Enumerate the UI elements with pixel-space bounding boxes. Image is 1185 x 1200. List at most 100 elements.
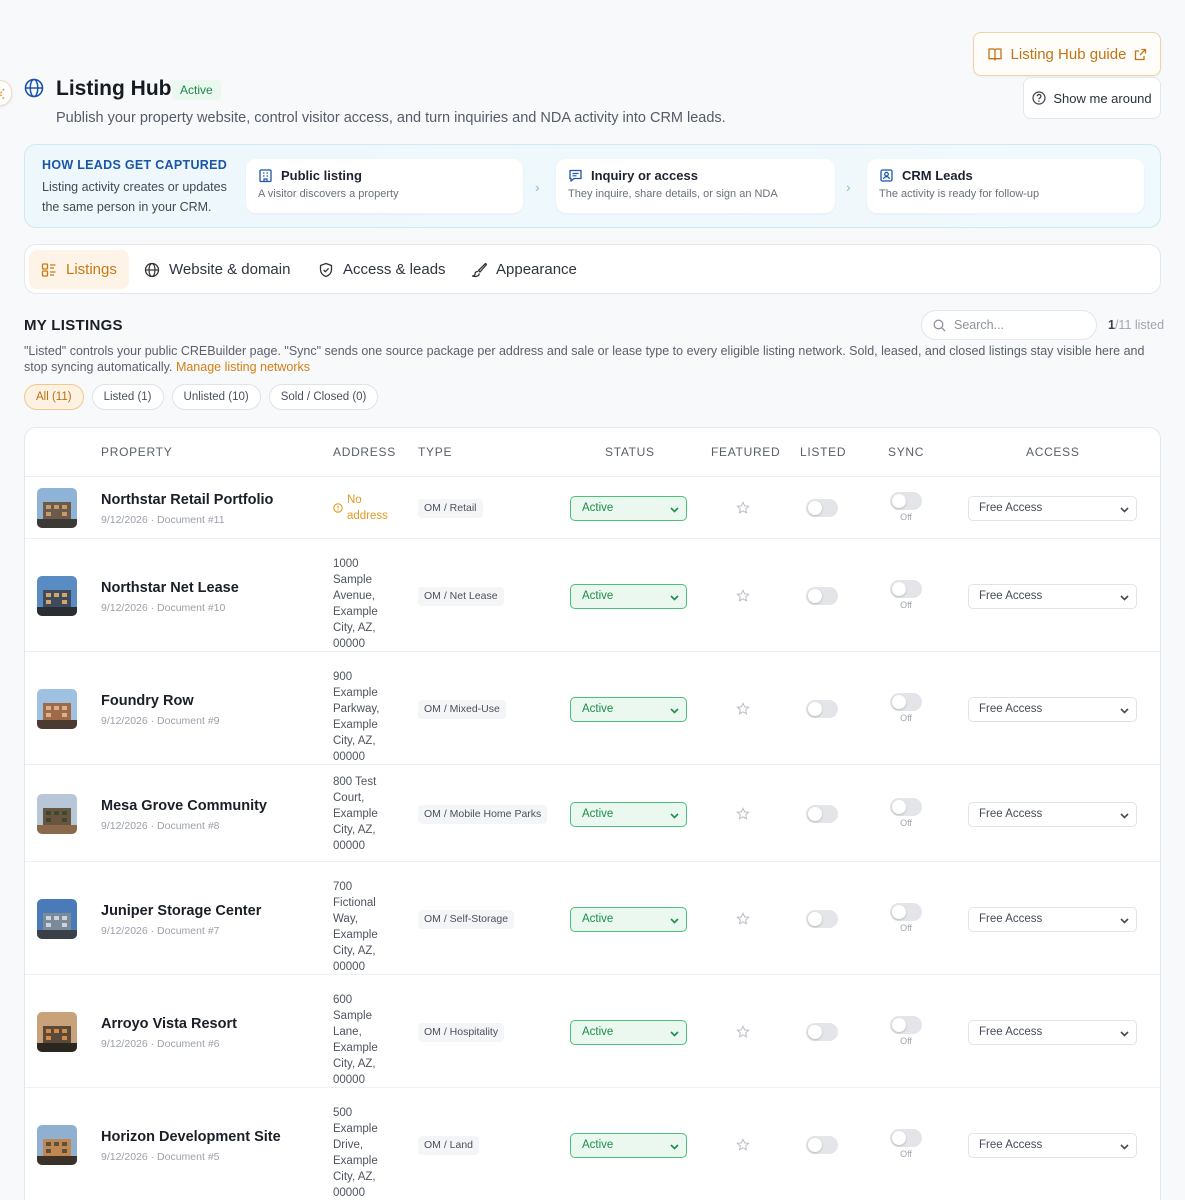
listings-icon xyxy=(41,262,56,277)
access-value: Free Access xyxy=(979,502,1043,514)
filter-unlisted[interactable]: Unlisted (10) xyxy=(171,384,261,410)
status-select[interactable]: Active xyxy=(570,906,687,932)
featured-star-icon[interactable] xyxy=(736,701,750,716)
sync-toggle[interactable] xyxy=(890,579,922,598)
featured-star-icon[interactable] xyxy=(736,911,750,926)
sync-toggle[interactable] xyxy=(890,492,922,510)
listed-count-value: 1 xyxy=(1108,318,1115,332)
table-row[interactable]: Mesa Grove Community 9/12/2026 · Document… xyxy=(25,765,1160,862)
address-cell: 500 Example Drive, Example City, AZ, 000… xyxy=(333,1106,378,1199)
col-access[interactable]: ACCESS xyxy=(1026,445,1080,459)
property-thumbnail[interactable] xyxy=(37,488,77,528)
listed-toggle[interactable] xyxy=(806,1022,838,1041)
listings-table: PROPERTY ADDRESS TYPE STATUS FEATURED LI… xyxy=(24,427,1161,1200)
table-row[interactable]: Arroyo Vista Resort 9/12/2026 · Document … xyxy=(25,975,1160,1088)
filter-sold-closed[interactable]: Sold / Closed (0) xyxy=(268,384,379,410)
access-select[interactable]: Free Access xyxy=(968,583,1137,609)
access-select[interactable]: Free Access xyxy=(968,496,1137,521)
access-select[interactable]: Free Access xyxy=(968,801,1137,827)
tab-access-leads[interactable]: Access & leads xyxy=(306,250,458,289)
col-type[interactable]: TYPE xyxy=(418,445,452,459)
sync-toggle[interactable] xyxy=(890,1128,922,1147)
col-address[interactable]: ADDRESS xyxy=(333,445,396,459)
tab-listings[interactable]: Listings xyxy=(29,250,129,289)
col-featured[interactable]: FEATURED xyxy=(711,445,780,459)
featured-star-icon[interactable] xyxy=(736,588,750,603)
filter-listed[interactable]: Listed (1) xyxy=(91,384,164,410)
property-name[interactable]: Northstar Retail Portfolio xyxy=(101,492,273,508)
listed-toggle[interactable] xyxy=(806,1135,838,1154)
property-thumbnail[interactable] xyxy=(37,793,77,834)
book-icon xyxy=(987,48,1002,61)
tab-label: Appearance xyxy=(496,261,577,278)
property-name[interactable]: Northstar Net Lease xyxy=(101,580,239,596)
globe-icon xyxy=(24,78,44,98)
property-name[interactable]: Juniper Storage Center xyxy=(101,903,261,919)
col-sync[interactable]: SYNC xyxy=(888,445,924,459)
status-select[interactable]: Active xyxy=(570,696,687,722)
listed-toggle[interactable] xyxy=(806,804,838,823)
access-select[interactable]: Free Access xyxy=(968,1132,1137,1158)
property-name[interactable]: Mesa Grove Community xyxy=(101,798,267,814)
property-thumbnail[interactable] xyxy=(37,575,77,616)
step-desc: A visitor discovers a property xyxy=(258,188,399,200)
table-row[interactable]: Northstar Net Lease 9/12/2026 · Document … xyxy=(25,539,1160,652)
filter-all[interactable]: All (11) xyxy=(24,384,84,410)
listed-toggle[interactable] xyxy=(806,499,838,517)
sync-toggle[interactable] xyxy=(890,692,922,711)
table-row[interactable]: Northstar Retail Portfolio 9/12/2026 · Do… xyxy=(25,477,1160,539)
address-cell: 1000 Sample Avenue, Example City, AZ, 00… xyxy=(333,557,378,650)
status-select[interactable]: Active xyxy=(570,1132,687,1158)
featured-star-icon[interactable] xyxy=(736,1024,750,1039)
table-row[interactable]: Juniper Storage Center 9/12/2026 · Docume… xyxy=(25,862,1160,975)
shield-icon xyxy=(319,262,333,277)
property-thumbnail[interactable] xyxy=(37,898,77,939)
show-me-around-button[interactable]: Show me around xyxy=(1023,77,1161,119)
property-name[interactable]: Foundry Row xyxy=(101,693,194,709)
status-select[interactable]: Active xyxy=(570,496,687,521)
manage-networks-link[interactable]: Manage listing networks xyxy=(176,360,310,374)
sync-toggle[interactable] xyxy=(890,902,922,921)
sync-toggle[interactable] xyxy=(890,1015,922,1034)
access-value: Free Access xyxy=(979,1138,1043,1151)
status-select[interactable]: Active xyxy=(570,583,687,609)
sidebar-expand-handle[interactable] xyxy=(0,80,12,106)
property-thumbnail[interactable] xyxy=(37,1011,77,1052)
listed-toggle[interactable] xyxy=(806,909,838,928)
status-select[interactable]: Active xyxy=(570,1019,687,1045)
chevron-down-icon xyxy=(1120,1030,1129,1037)
status-select[interactable]: Active xyxy=(570,801,687,827)
col-listed[interactable]: LISTED xyxy=(800,445,846,459)
access-select[interactable]: Free Access xyxy=(968,1019,1137,1045)
table-row[interactable]: Horizon Development Site 9/12/2026 · Docu… xyxy=(25,1088,1160,1200)
type-badge: OM / Mobile Home Parks xyxy=(418,804,548,824)
globe-icon xyxy=(144,262,160,277)
property-meta: 9/12/2026 · Document #5 xyxy=(101,1150,220,1163)
flow-step-crm-leads: CRM Leads The activity is ready for foll… xyxy=(867,159,1144,213)
chevron-down-icon xyxy=(1120,812,1129,819)
sync-toggle[interactable] xyxy=(890,797,922,816)
listing-hub-guide-button[interactable]: Listing Hub guide xyxy=(973,32,1161,76)
listed-toggle[interactable] xyxy=(806,586,838,605)
external-link-icon xyxy=(1135,48,1147,60)
tab-website-domain[interactable]: Website & domain xyxy=(132,250,302,289)
featured-star-icon[interactable] xyxy=(736,806,750,821)
flow-step-inquiry: Inquiry or access They inquire, share de… xyxy=(556,159,835,213)
table-row[interactable]: Foundry Row 9/12/2026 · Document #9 900 Ex… xyxy=(25,652,1160,765)
col-property[interactable]: PROPERTY xyxy=(101,445,172,459)
listed-toggle[interactable] xyxy=(806,699,838,718)
featured-star-icon[interactable] xyxy=(736,501,750,515)
property-meta: 9/12/2026 · Document #9 xyxy=(101,714,220,727)
featured-star-icon[interactable] xyxy=(736,1137,750,1152)
property-name[interactable]: Arroyo Vista Resort xyxy=(101,1016,237,1032)
access-select[interactable]: Free Access xyxy=(968,906,1137,932)
search-input[interactable] xyxy=(954,318,1084,332)
warning-icon xyxy=(333,503,343,513)
property-thumbnail[interactable] xyxy=(37,688,77,729)
tab-appearance[interactable]: Appearance xyxy=(459,250,589,289)
property-thumbnail[interactable] xyxy=(37,1124,77,1165)
col-status[interactable]: STATUS xyxy=(605,445,655,459)
property-name[interactable]: Horizon Development Site xyxy=(101,1129,281,1145)
access-select[interactable]: Free Access xyxy=(968,696,1137,722)
chevron-right-icon: › xyxy=(535,179,540,195)
